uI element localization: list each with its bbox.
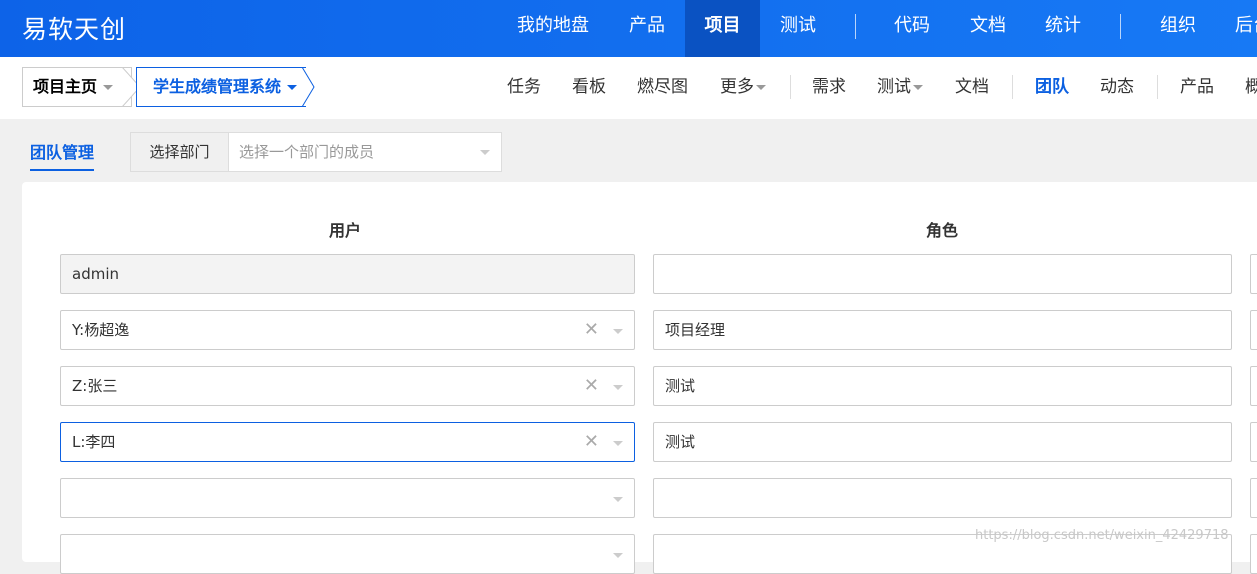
subnav-kanban[interactable]: 看板 [572,57,606,119]
department-picker: 选择部门 选择一个部门的成员 [130,132,502,172]
department-select[interactable]: 选择一个部门的成员 [229,133,501,171]
role-value: 测试 [665,433,696,451]
watermark: https://blog.csdn.net/weixin_42429718 [975,528,1229,543]
team-toolbar: 团队管理 选择部门 选择一个部门的成员 [0,119,1257,182]
chevron-down-icon [480,150,490,155]
topnav-doc[interactable]: 文档 [956,0,1020,57]
days-input[interactable] [1250,534,1257,574]
topnav-stats[interactable]: 统计 [1031,0,1095,57]
chevron-down-icon [613,385,623,390]
topnav-divider [855,14,856,39]
days-input[interactable] [1250,310,1257,350]
topnav-org[interactable]: 组织 [1146,0,1210,57]
subnav-product[interactable]: 产品 [1180,57,1214,119]
topnav-admin[interactable]: 后台 [1221,0,1257,57]
chevron-down-icon [287,85,298,90]
breadcrumb-project[interactable]: 学生成绩管理系统 [136,67,306,107]
topnav-project[interactable]: 项目 [685,0,760,57]
days-input[interactable] [1250,478,1257,518]
subnav-divider [790,75,791,99]
subnav-story[interactable]: 需求 [812,57,846,119]
chevron-down-icon [913,84,923,90]
breadcrumb-arrow-icon [301,67,315,107]
user-select: admin [60,254,635,294]
chevron-down-icon [613,497,623,502]
user-select[interactable]: Y:杨超逸 ✕ [60,310,635,350]
user-value: L:李四 [72,433,116,451]
user-select[interactable]: L:李四 ✕ [60,422,635,462]
subnav-divider [1157,75,1158,99]
close-icon[interactable]: ✕ [584,367,599,405]
role-input[interactable]: 测试 [653,422,1232,462]
subnav-overview[interactable]: 概况 [1245,57,1257,119]
topnav-code[interactable]: 代码 [880,0,944,57]
user-select[interactable]: Z:张三 ✕ [60,366,635,406]
subnav-divider [1012,75,1013,99]
chevron-down-icon [756,84,766,90]
team-member-panel: 用户 角色 admin Y:杨超逸 ✕ 项目经理 Z:张三 ✕ 测试 L:李四 … [22,182,1257,574]
role-input[interactable]: 项目经理 [653,310,1232,350]
days-input[interactable] [1250,366,1257,406]
user-value: Y:杨超逸 [72,321,130,339]
subnav-test[interactable]: 测试 [877,57,923,119]
topnav-product[interactable]: 产品 [615,0,679,57]
chevron-down-icon [613,329,623,334]
column-header-user: 用户 [329,221,362,240]
role-input[interactable] [653,254,1232,294]
user-value: Z:张三 [72,377,118,395]
user-select[interactable] [60,534,635,574]
subnav-dynamic[interactable]: 动态 [1100,57,1134,119]
project-subnav-bar: 项目主页 学生成绩管理系统 任务 看板 燃尽图 更多 需求 测试 文档 团队 动… [0,57,1257,119]
subnav-task[interactable]: 任务 [507,57,541,119]
subnav-more[interactable]: 更多 [720,57,766,119]
role-input[interactable]: 测试 [653,366,1232,406]
subnav-test-label: 测试 [877,77,911,97]
chevron-down-icon [103,85,114,90]
top-navbar: 易软天创 我的地盘 产品 项目 测试 代码 文档 统计 组织 后台 [0,0,1257,57]
days-input[interactable] [1250,254,1257,294]
close-icon[interactable]: ✕ [584,311,599,349]
user-select[interactable] [60,478,635,518]
subnav-more-label: 更多 [720,77,754,97]
days-input[interactable] [1250,422,1257,462]
department-label: 选择部门 [131,133,229,171]
topnav-test[interactable]: 测试 [766,0,830,57]
role-input[interactable] [653,478,1232,518]
subnav-burndown[interactable]: 燃尽图 [637,57,688,119]
subnav-doc[interactable]: 文档 [955,57,989,119]
breadcrumb-project-label: 学生成绩管理系统 [153,77,282,96]
topnav-divider [1120,14,1121,39]
breadcrumb-home-label: 项目主页 [33,77,98,96]
chevron-down-icon [613,553,623,558]
department-select-placeholder: 选择一个部门的成员 [239,143,375,161]
user-value: admin [72,265,119,283]
chevron-down-icon [613,441,623,446]
close-icon[interactable]: ✕ [584,423,599,461]
subnav-team[interactable]: 团队 [1035,57,1069,119]
column-header-role: 角色 [926,221,959,240]
topnav-dashboard[interactable]: 我的地盘 [503,0,603,57]
tab-team-manage[interactable]: 团队管理 [30,139,95,171]
role-value: 测试 [665,377,696,395]
breadcrumb-home[interactable]: 项目主页 [22,67,132,107]
brand-logo: 易软天创 [22,15,127,44]
role-value: 项目经理 [665,321,726,339]
